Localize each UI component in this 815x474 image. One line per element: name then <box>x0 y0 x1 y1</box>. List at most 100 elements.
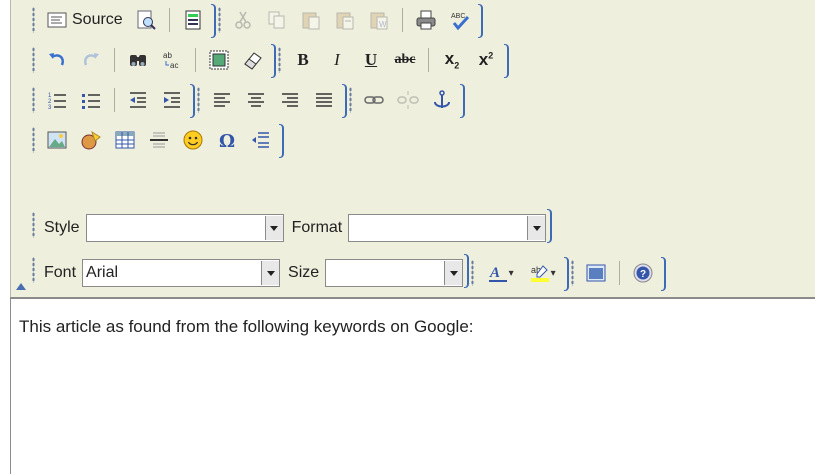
separator <box>619 261 621 285</box>
paste-text-button[interactable] <box>330 5 360 35</box>
font-select[interactable]: Arial <box>82 259 281 287</box>
chevron-down-icon: ▾ <box>508 267 514 279</box>
source-button[interactable]: Source <box>42 5 127 35</box>
anchor-icon <box>431 89 453 111</box>
help-icon: ? <box>632 262 654 284</box>
omega-icon: Ω <box>216 129 238 151</box>
font-select-value: Arial <box>86 264 119 281</box>
svg-text:W: W <box>379 20 387 29</box>
outdent-button[interactable] <box>123 85 153 115</box>
paste-icon <box>300 9 322 31</box>
chevron-down-icon[interactable] <box>444 261 463 285</box>
italic-button[interactable]: I <box>322 45 352 75</box>
justify-button[interactable] <box>309 85 339 115</box>
anchor-button[interactable] <box>427 85 457 115</box>
toolbar-row-1: Source W ABC <box>30 0 483 40</box>
image-button[interactable] <box>42 125 72 155</box>
bulleted-list-icon <box>80 89 102 111</box>
bulleted-list-button[interactable] <box>76 85 106 115</box>
unlink-icon <box>397 89 419 111</box>
align-center-button[interactable] <box>241 85 271 115</box>
size-select[interactable] <box>325 259 464 287</box>
format-select[interactable] <box>348 214 547 242</box>
special-char-button[interactable]: Ω <box>212 125 242 155</box>
style-select[interactable] <box>85 214 284 242</box>
align-left-button[interactable] <box>207 85 237 115</box>
format-label: Format <box>291 219 343 236</box>
numbered-list-button[interactable]: 123 <box>42 85 72 115</box>
maximize-icon <box>585 262 607 284</box>
horizontal-rule-button[interactable] <box>144 125 174 155</box>
toolbar-collapse-handle[interactable] <box>16 283 26 290</box>
underline-button[interactable]: U <box>356 45 386 75</box>
templates-button[interactable] <box>178 5 208 35</box>
maximize-button[interactable] <box>581 258 611 288</box>
font-label: Font <box>44 264 77 281</box>
templates-icon <box>182 9 204 31</box>
align-left-icon <box>211 89 233 111</box>
separator <box>114 88 115 112</box>
toolbar-row-3: 123 <box>30 80 465 120</box>
toolbar-group-clipboard: W ABC <box>216 3 483 38</box>
toolbar-row-6: Font Arial Size A ▾ ab ▾ ? <box>30 253 667 293</box>
print-button[interactable] <box>411 5 441 35</box>
flash-button[interactable] <box>76 125 106 155</box>
find-button[interactable] <box>123 45 153 75</box>
separator <box>168 8 170 32</box>
chevron-down-icon[interactable] <box>264 216 283 240</box>
chevron-down-icon[interactable] <box>261 261 280 285</box>
page-break-icon <box>250 129 272 151</box>
paste-button[interactable] <box>296 5 326 35</box>
source-label: Source <box>72 11 123 28</box>
subscript-button[interactable]: x2 <box>437 45 467 75</box>
spellcheck-button[interactable]: ABC <box>445 5 475 35</box>
paste-text-icon <box>334 9 356 31</box>
binoculars-icon <box>127 49 149 71</box>
background-color-button[interactable]: ab ▾ <box>523 258 561 288</box>
replace-button[interactable]: ab ac <box>157 45 187 75</box>
chevron-down-icon[interactable] <box>527 216 546 240</box>
superscript-button[interactable]: x2 <box>471 45 501 75</box>
undo-button[interactable] <box>42 45 72 75</box>
numbered-list-icon: 123 <box>46 89 68 111</box>
bold-button[interactable]: B <box>288 45 318 75</box>
image-icon <box>46 129 68 151</box>
copy-button[interactable] <box>262 5 292 35</box>
about-button[interactable]: ? <box>628 258 658 288</box>
toolbar-group-basicstyles: B I U abc x2 x2 <box>276 43 509 78</box>
paste-word-icon: W <box>368 9 390 31</box>
toolbar-row-2: ab ac B I U abc x2 x2 <box>30 40 509 80</box>
chevron-down-icon: ▾ <box>550 267 556 279</box>
svg-text:3: 3 <box>48 105 52 111</box>
paste-word-button[interactable]: W <box>364 5 394 35</box>
align-right-button[interactable] <box>275 85 305 115</box>
smiley-icon <box>182 129 204 151</box>
separator <box>401 8 403 32</box>
select-all-button[interactable] <box>204 45 234 75</box>
cut-button[interactable] <box>228 5 258 35</box>
preview-button[interactable] <box>131 5 161 35</box>
remove-format-button[interactable] <box>238 45 268 75</box>
svg-text:ab: ab <box>163 51 172 60</box>
toolbar-group-colors: A ▾ ab ▾ <box>469 256 570 291</box>
strikethrough-label: abc <box>394 52 416 67</box>
indent-button[interactable] <box>157 85 187 115</box>
bold-label: B <box>297 50 309 69</box>
smiley-button[interactable] <box>178 125 208 155</box>
redo-button[interactable] <box>76 45 106 75</box>
text-color-button[interactable]: A ▾ <box>481 258 519 288</box>
editor-content-area[interactable]: This article as found from the following… <box>10 297 815 474</box>
toolbar-group-tools: ? <box>569 256 667 291</box>
content-text[interactable]: This article as found from the following… <box>19 317 815 337</box>
table-button[interactable] <box>110 125 140 155</box>
strikethrough-button[interactable]: abc <box>390 45 420 75</box>
link-button[interactable] <box>359 85 389 115</box>
page-break-button[interactable] <box>246 125 276 155</box>
svg-text:ABC: ABC <box>451 13 465 20</box>
toolbar-group-paragraph: 123 <box>30 83 195 118</box>
unlink-button[interactable] <box>393 85 423 115</box>
toolbar-group-document: Source <box>30 3 216 38</box>
toolbar-group-insert: Ω <box>30 123 284 158</box>
eraser-icon <box>242 49 264 71</box>
subscript-label: x2 <box>444 49 460 71</box>
